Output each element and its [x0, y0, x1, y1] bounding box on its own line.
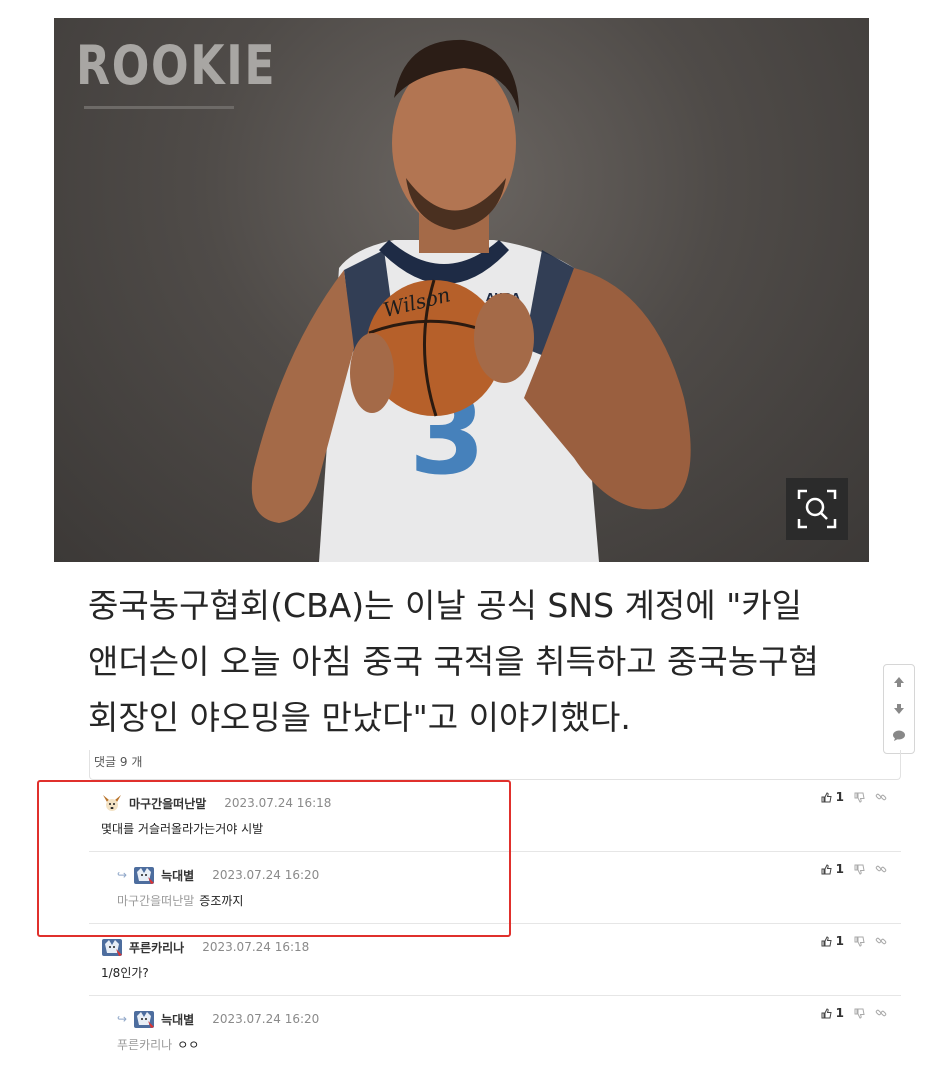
link-icon: [875, 865, 887, 873]
comment-meta: ↪ 늑대별 2023.07.24 16:20: [117, 864, 319, 886]
reply-mention[interactable]: 마구간을떠난말: [117, 894, 194, 908]
like-button[interactable]: 1: [821, 1006, 844, 1020]
comment-body: 푸른카리나 ㅇㅇ: [117, 1036, 199, 1053]
like-count: 1: [835, 1006, 844, 1020]
comment-date: 2023.07.24 16:18: [202, 940, 310, 954]
like-button[interactable]: 1: [821, 862, 844, 876]
scroll-top-button[interactable]: [888, 671, 910, 693]
share-link-button[interactable]: [875, 791, 887, 803]
like-count: 1: [835, 790, 844, 804]
comment-meta: 마구간을떠난말 2023.07.24 16:18: [101, 792, 331, 814]
thumbs-down-icon: [854, 1008, 865, 1019]
comment-text: ㅇㅇ: [177, 1038, 200, 1052]
comment-nickname[interactable]: 늑대별: [161, 867, 194, 884]
wolf-avatar-icon: [134, 1011, 155, 1028]
share-link-button[interactable]: [875, 1007, 887, 1019]
comment-body: 마구간을떠난말 증조까지: [117, 892, 243, 909]
dislike-button[interactable]: [854, 936, 865, 947]
dislike-button[interactable]: [854, 792, 865, 803]
wolf-avatar-icon: [134, 867, 155, 884]
share-link-button[interactable]: [875, 863, 887, 875]
comment-text: 몇대를 거슬러올라가는거야 시발: [101, 822, 264, 836]
thumbs-up-icon: [821, 863, 832, 874]
comment-item: 푸른카리나 2023.07.24 16:18 1/8인가? 1: [89, 924, 901, 996]
comment-meta: 푸른카리나 2023.07.24 16:18: [101, 936, 309, 958]
comment-body: 몇대를 거슬러올라가는거야 시발: [101, 820, 263, 837]
reply-item: ↪ 늑대별 2023.07.24 16:20 마구간을떠난말 증조까지 1: [89, 852, 901, 924]
comment-date: 2023.07.24 16:20: [212, 1012, 320, 1026]
comment-item: 마구간을떠난말 2023.07.24 16:18 몇대를 거슬러올라가는거야 시…: [89, 780, 901, 852]
comment-date: 2023.07.24 16:18: [224, 796, 332, 810]
jump-to-comments-button[interactable]: [888, 725, 910, 747]
arrow-down-icon: [894, 703, 904, 714]
thumbs-down-icon: [854, 864, 865, 875]
wolf-avatar-icon: [102, 939, 122, 956]
like-count: 1: [835, 862, 844, 876]
comment-actions: 1: [821, 1006, 887, 1020]
link-icon: [875, 793, 887, 801]
comment-date: 2023.07.24 16:20: [212, 868, 320, 882]
reply-item: ↪ 늑대별 2023.07.24 16:20 푸른카리나 ㅇㅇ 1: [89, 996, 901, 1067]
thumbs-down-icon: [854, 936, 865, 947]
scroll-bottom-button[interactable]: [888, 698, 910, 720]
thumbs-up-icon: [821, 1007, 832, 1018]
comment-actions: 1: [821, 790, 887, 804]
article-photo: ROOKIE AURA 3 Wilson: [54, 18, 869, 562]
link-icon: [875, 1009, 887, 1017]
comment-actions: 1: [821, 862, 887, 876]
thumbs-up-icon: [821, 935, 832, 946]
floating-nav-tools: [883, 664, 915, 754]
dog-avatar-icon: [103, 795, 121, 811]
comment-actions: 1: [821, 934, 887, 948]
comment-meta: ↪ 늑대별 2023.07.24 16:20: [117, 1008, 319, 1030]
dislike-button[interactable]: [854, 864, 865, 875]
thumbs-up-icon: [821, 791, 832, 802]
reply-arrow-icon: ↪: [117, 868, 128, 882]
article-line: 중국농구협회(CBA)는 이날 공식 SNS 계정에 "카일: [88, 586, 802, 625]
link-icon: [875, 937, 887, 945]
share-link-button[interactable]: [875, 935, 887, 947]
comments-count-label: 댓글 9 개: [94, 755, 143, 769]
arrow-up-icon: [894, 677, 904, 688]
like-count: 1: [835, 934, 844, 948]
comment-nickname[interactable]: 늑대별: [161, 1011, 194, 1028]
thumbs-down-icon: [854, 792, 865, 803]
article-paragraph: 중국농구협회(CBA)는 이날 공식 SNS 계정에 "카일 앤더슨이 오늘 아…: [88, 578, 848, 746]
comment-nickname[interactable]: 푸른카리나: [129, 939, 184, 956]
chat-bubble-icon: [893, 730, 905, 741]
like-button[interactable]: 1: [821, 934, 844, 948]
like-button[interactable]: 1: [821, 790, 844, 804]
reply-mention[interactable]: 푸른카리나: [117, 1038, 172, 1052]
magnifier-in-frame-icon: [797, 489, 837, 529]
comment-nickname[interactable]: 마구간을떠난말: [129, 795, 206, 812]
photo-zoom-button[interactable]: [786, 478, 848, 540]
comment-text: 증조까지: [199, 894, 244, 908]
article-line: 앤더슨이 오늘 아침 중국 국적을 취득하고 중국농구협: [88, 642, 819, 681]
dislike-button[interactable]: [854, 1008, 865, 1019]
article-line: 회장인 야오밍을 만났다"고 이야기했다.: [88, 698, 631, 737]
reply-arrow-icon: ↪: [117, 1012, 128, 1026]
comments-count-bar: 댓글 9 개: [89, 750, 901, 780]
comment-text: 1/8인가?: [101, 966, 149, 980]
comment-body: 1/8인가?: [101, 964, 149, 981]
player-figure: AURA 3 Wilson: [251, 39, 691, 562]
